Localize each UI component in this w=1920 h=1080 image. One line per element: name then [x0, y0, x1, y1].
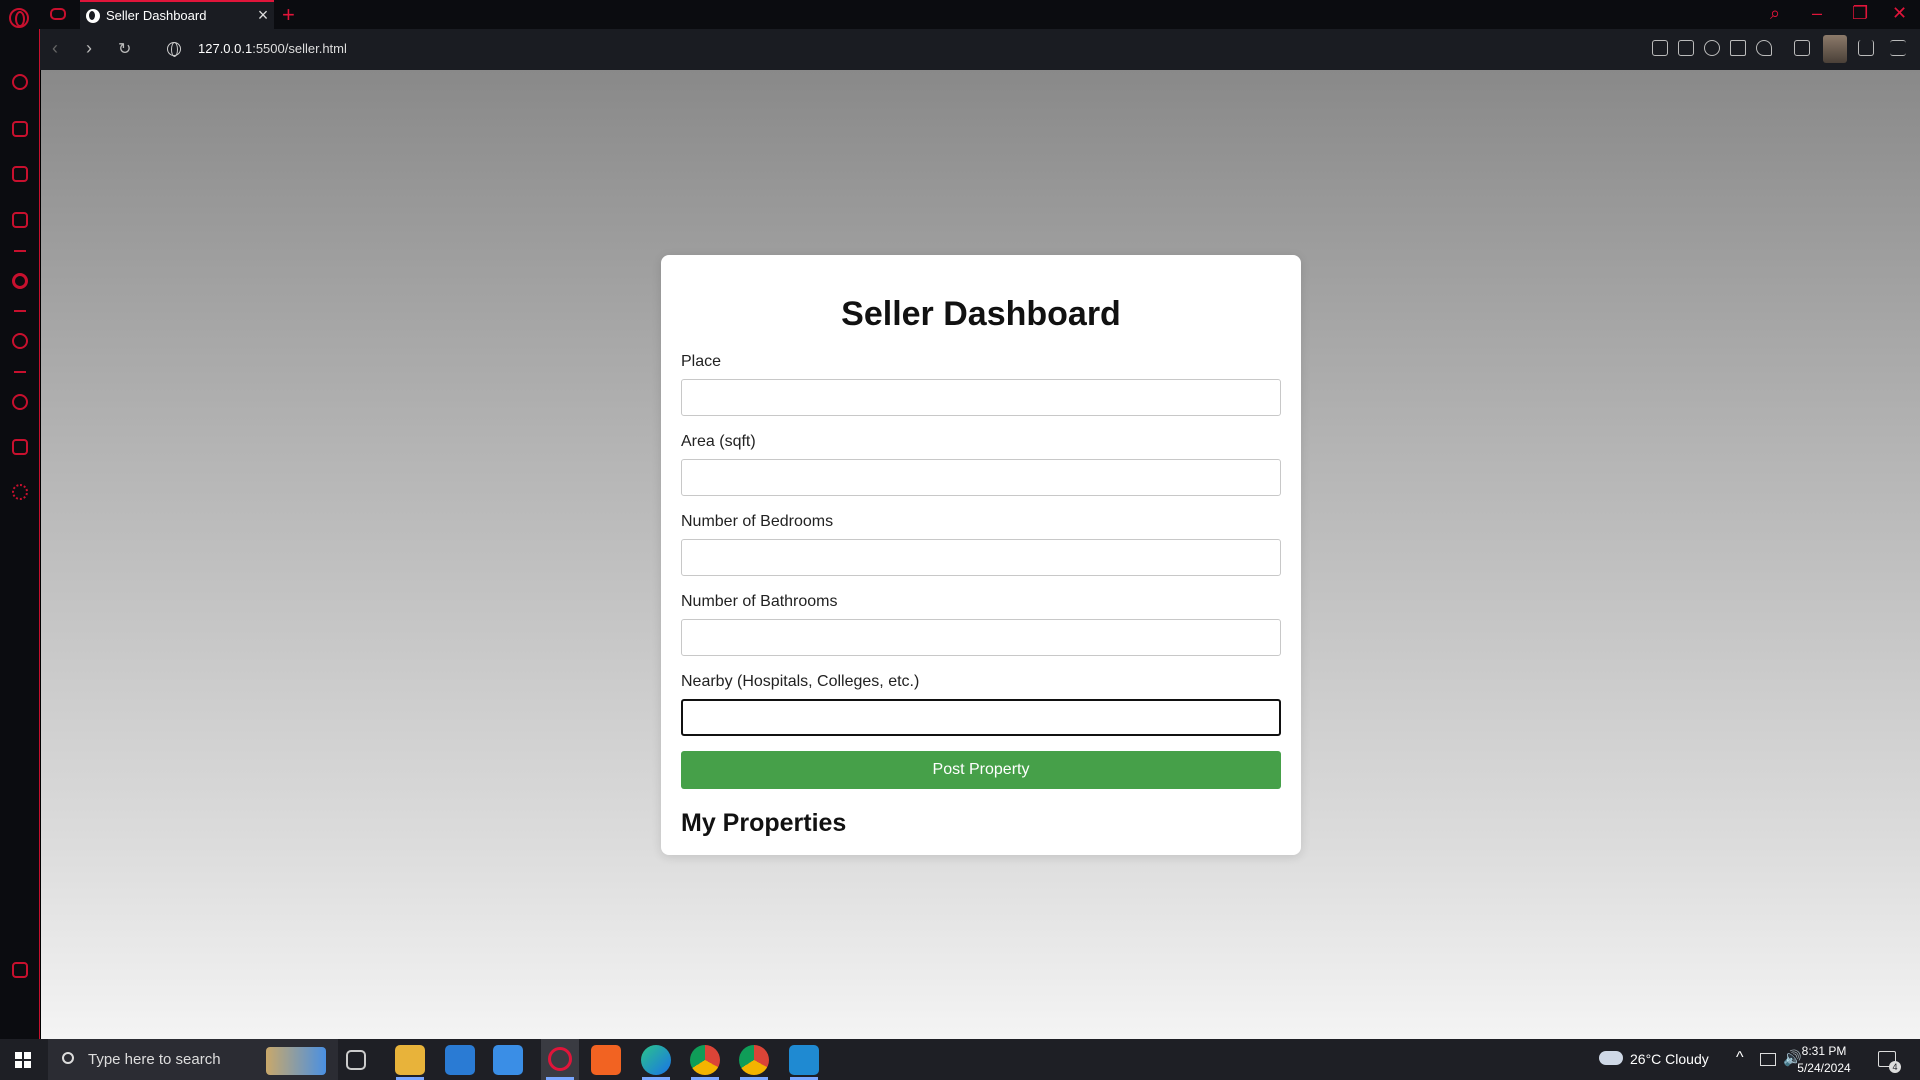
- settings-gear-icon[interactable]: [12, 484, 28, 500]
- shopping-bag-icon[interactable]: [12, 121, 28, 137]
- extensions-cube-icon[interactable]: [1794, 40, 1810, 56]
- area-label: Area (sqft): [681, 433, 756, 450]
- edge-icon[interactable]: [641, 1045, 671, 1075]
- search-tabs-icon[interactable]: ⌕: [1770, 3, 1780, 24]
- nearby-input[interactable]: [681, 699, 1281, 736]
- bathrooms-label: Number of Bathrooms: [681, 593, 838, 610]
- weather-text[interactable]: 26°C Cloudy: [1630, 1051, 1709, 1067]
- messenger-icon[interactable]: [12, 212, 28, 228]
- download-icon[interactable]: [1858, 40, 1874, 56]
- my-properties-heading: My Properties: [681, 809, 847, 837]
- taskbar-search-box[interactable]: Type here to search: [48, 1039, 338, 1080]
- clock-date: 5/24/2024: [1797, 1061, 1851, 1075]
- adblock-icon[interactable]: [1704, 40, 1720, 56]
- place-label: Place: [681, 353, 722, 370]
- minimize-button[interactable]: –: [1812, 3, 1822, 24]
- profile-avatar[interactable]: [1823, 35, 1847, 63]
- restore-button[interactable]: ❐: [1852, 3, 1868, 24]
- url-path: :5500/seller.html: [252, 41, 347, 56]
- chrome-profile-icon[interactable]: [739, 1045, 769, 1075]
- bathrooms-input[interactable]: [681, 619, 1281, 656]
- speed-dial-icon[interactable]: [12, 74, 28, 90]
- new-tab-button[interactable]: +: [282, 2, 295, 28]
- opera-logo-icon: [548, 1047, 572, 1071]
- search-icon: [62, 1052, 74, 1064]
- vscode-icon[interactable]: [789, 1045, 819, 1075]
- nearby-label: Nearby (Hospitals, Colleges, etc.): [681, 673, 920, 690]
- player-icon[interactable]: [12, 333, 28, 349]
- globe-favicon-icon: [86, 8, 100, 23]
- tab-close-icon[interactable]: ×: [252, 5, 274, 26]
- edit-icon[interactable]: [1652, 40, 1668, 56]
- heart-icon[interactable]: [1756, 40, 1772, 56]
- windows-start-icon[interactable]: [15, 1052, 31, 1068]
- tab-seller-dashboard[interactable]: Seller Dashboard ×: [80, 0, 274, 29]
- history-icon[interactable]: [12, 394, 28, 410]
- cube-icon[interactable]: [12, 439, 28, 455]
- seller-dashboard-card: Seller Dashboard Place Area (sqft) Numbe…: [661, 255, 1301, 855]
- cloudy-weather-icon[interactable]: [1599, 1051, 1623, 1065]
- address-bar: ‹ › ↻ 127.0.0.1:5500/seller.html: [40, 29, 1920, 70]
- url-field[interactable]: 127.0.0.1:5500/seller.html: [198, 41, 347, 56]
- camera-icon[interactable]: [1678, 40, 1694, 56]
- tab-title: Seller Dashboard: [106, 8, 207, 23]
- image-icon[interactable]: [12, 962, 28, 978]
- search-highlight-image: [266, 1047, 326, 1075]
- site-info-icon[interactable]: [167, 42, 181, 57]
- store-icon[interactable]: [493, 1045, 523, 1075]
- post-property-button[interactable]: Post Property: [681, 751, 1281, 789]
- back-button[interactable]: ‹: [52, 38, 58, 59]
- task-view-icon[interactable]: [346, 1050, 366, 1070]
- clock-time: 8:31 PM: [1801, 1044, 1847, 1058]
- page-title: Seller Dashboard: [841, 295, 1121, 333]
- file-explorer-icon[interactable]: [395, 1045, 425, 1075]
- aria-ai-icon[interactable]: [12, 273, 28, 289]
- forward-button[interactable]: ›: [86, 38, 92, 59]
- notification-count: 4: [1889, 1061, 1901, 1073]
- place-input[interactable]: [681, 379, 1281, 416]
- reload-button[interactable]: ↻: [118, 39, 131, 59]
- system-clock[interactable]: 8:31 PM 5/24/2024: [1792, 1043, 1856, 1077]
- mail-icon[interactable]: [445, 1045, 475, 1075]
- windows-taskbar: Type here to search 26°C Cloudy ^ 🔊 8:31…: [0, 1039, 1920, 1080]
- close-window-button[interactable]: ✕: [1892, 3, 1907, 24]
- gaming-icon[interactable]: [50, 8, 66, 20]
- bedrooms-label: Number of Bedrooms: [681, 513, 834, 530]
- send-icon[interactable]: [1730, 40, 1746, 56]
- search-placeholder: Type here to search: [88, 1051, 221, 1068]
- twitch-icon[interactable]: [12, 166, 28, 182]
- easy-setup-menu-icon[interactable]: [1890, 40, 1906, 56]
- opera-menu-icon[interactable]: [9, 8, 29, 28]
- browser-sidebar: ···: [0, 29, 40, 1070]
- sidebar-divider: [14, 310, 26, 312]
- page-viewport: Seller Dashboard Place Area (sqft) Numbe…: [41, 70, 1920, 1039]
- url-host: 127.0.0.1: [198, 41, 253, 56]
- show-hidden-icons[interactable]: ^: [1736, 1049, 1744, 1067]
- bedrooms-input[interactable]: [681, 539, 1281, 576]
- area-input[interactable]: [681, 459, 1281, 496]
- browser-tab-bar: Seller Dashboard × + ⌕ – ❐ ✕: [0, 0, 1920, 29]
- network-icon[interactable]: [1760, 1053, 1776, 1066]
- sidebar-divider: [14, 250, 26, 252]
- brave-icon[interactable]: [591, 1045, 621, 1075]
- sidebar-divider: [14, 371, 26, 373]
- chrome-icon[interactable]: [690, 1045, 720, 1075]
